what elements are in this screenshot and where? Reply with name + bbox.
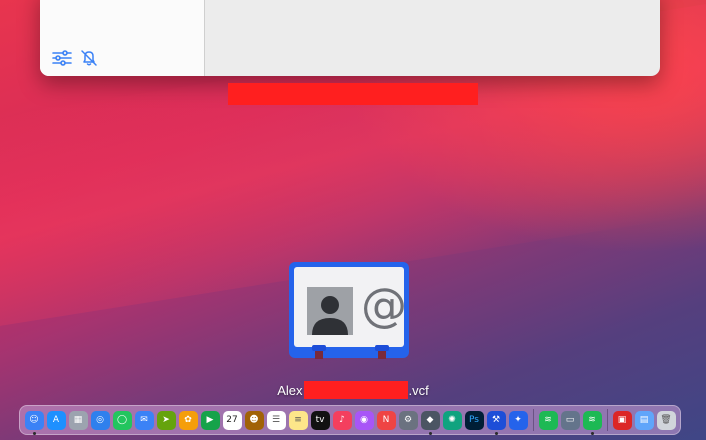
- running-indicator: [428, 431, 432, 435]
- dock-xcode-icon[interactable]: ⚒: [486, 410, 506, 435]
- dock-calendar-icon[interactable]: 27: [222, 410, 242, 430]
- dock-chatgpt-icon[interactable]: ✺: [442, 410, 462, 430]
- dock-mail-icon[interactable]: ✉: [134, 410, 154, 430]
- sliders-icon[interactable]: [51, 49, 73, 67]
- dock-photoshop-icon[interactable]: Ps: [464, 410, 484, 430]
- person-silhouette-icon: [307, 287, 353, 335]
- dock-launchpad-icon[interactable]: ▦: [68, 410, 88, 430]
- binder-ring-right: [375, 345, 389, 359]
- redacted-window-title: [228, 83, 478, 105]
- dock-separator: [606, 409, 608, 431]
- dock-spotify-a-icon[interactable]: ≋: [538, 410, 558, 430]
- at-sign-icon: @: [361, 278, 407, 332]
- dock-contacts-icon[interactable]: ☻: [244, 410, 264, 430]
- contact-card-face: @: [294, 267, 407, 347]
- dock-apple-tv-icon[interactable]: tv: [310, 410, 330, 430]
- dock-system-preferences-icon[interactable]: ⚙: [398, 410, 418, 430]
- running-indicator: [590, 431, 594, 435]
- dock-photos-icon[interactable]: ✿: [178, 410, 198, 430]
- dock-downloads-icon[interactable]: ▣: [612, 410, 632, 430]
- app-window: [40, 0, 660, 76]
- binder-ring-left: [312, 345, 326, 359]
- dock: ☺ A ▦ ◎ ◯ ✉ ➤ ✿ ▶ 27 ☻ ☰ ≡ tv ♪ ◉ N ⚙ ◆ ✺ Ps ⚒ ✦ ≋ ▭ ≋ ▣ ▤ 🗑: [19, 405, 681, 435]
- file-name-label[interactable]: Alex .vcf: [0, 381, 706, 399]
- dock-messages-icon[interactable]: ◯: [112, 410, 132, 430]
- dock-facetime-icon[interactable]: ▶: [200, 410, 220, 430]
- dock-reminders-icon[interactable]: ☰: [266, 410, 286, 430]
- running-indicator: [32, 431, 36, 435]
- bell-slash-icon[interactable]: [78, 49, 100, 67]
- dock-folder-icon[interactable]: ▤: [634, 410, 654, 430]
- dock-separator: [532, 409, 534, 431]
- file-name-prefix: Alex: [277, 382, 303, 398]
- dock-safari-icon[interactable]: ◎: [90, 410, 110, 430]
- dock-vpn-icon[interactable]: ◆: [420, 410, 440, 435]
- dock-notes-icon[interactable]: ≡: [288, 410, 308, 430]
- dock-app-store-icon[interactable]: A: [46, 410, 66, 430]
- file-name-suffix: .vcf: [408, 382, 429, 398]
- dock-news-icon[interactable]: N: [376, 410, 396, 430]
- dock-podcasts-icon[interactable]: ◉: [354, 410, 374, 430]
- dock-maps-icon[interactable]: ➤: [156, 410, 176, 430]
- redacted-file-name: [303, 381, 408, 399]
- dock-music-icon[interactable]: ♪: [332, 410, 352, 430]
- dock-finder-icon[interactable]: ☺: [24, 410, 44, 435]
- vcf-file-icon[interactable]: @: [289, 262, 409, 359]
- dock-preview-icon[interactable]: ▭: [560, 410, 580, 430]
- dock-spotify-b-icon[interactable]: ≋: [582, 410, 602, 435]
- running-indicator: [494, 431, 498, 435]
- dock-simulator-icon[interactable]: ✦: [508, 410, 528, 430]
- dock-trash-icon[interactable]: 🗑: [656, 410, 676, 430]
